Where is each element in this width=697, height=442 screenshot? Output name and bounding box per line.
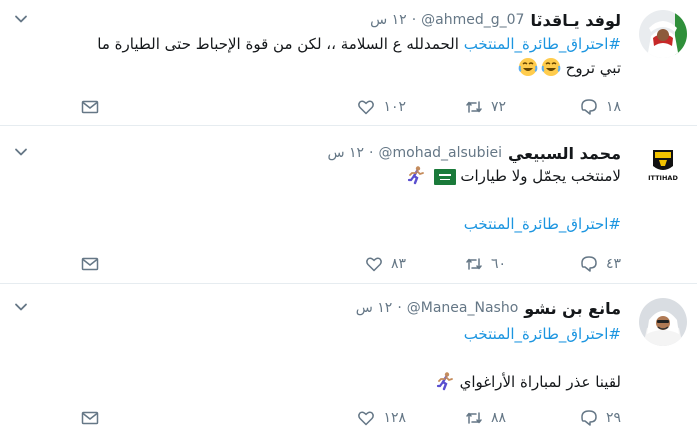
direct-message-button[interactable] <box>81 255 99 273</box>
reply-button[interactable]: ٤٣ <box>580 255 621 273</box>
like-button[interactable]: ٨٣ <box>365 255 406 273</box>
retweet-icon <box>466 101 482 113</box>
retweet-icon <box>466 412 482 424</box>
hashtag-link[interactable]: #احتراق_طائرة_المنتخب <box>464 35 621 53</box>
tweet-header: مانع بن نشو @Manea_Nasho · ١٢ س <box>356 297 621 319</box>
hashtag-link[interactable]: #احتراق_طائرة_المنتخب <box>464 325 621 343</box>
tweet[interactable]: لوفد يـاقدٽا @ahmed_g_07 · ١٢ س #احتراق_… <box>0 0 697 126</box>
reply-button[interactable]: ٢٩ <box>580 409 621 427</box>
tweet-header: لوفد يـاقدٽا @ahmed_g_07 · ١٢ س <box>370 9 621 31</box>
runner-icon <box>436 372 453 391</box>
timestamp[interactable]: ١٢ س <box>370 12 407 28</box>
tweet-text-segment: لقينا عذر لمباراة الأراغواي <box>459 373 621 391</box>
user-handle[interactable]: @Manea_Nasho <box>407 300 519 316</box>
retweet-icon <box>466 258 482 270</box>
chevron-down-icon[interactable] <box>14 300 28 314</box>
hashtag-link[interactable]: #احتراق_طائرة_المنتخب <box>464 215 621 233</box>
like-count: ١٠٢ <box>383 99 406 115</box>
avatar[interactable]: ITTIHAD <box>639 140 687 188</box>
retweet-button[interactable]: ٧٢ <box>465 98 506 116</box>
text-line: تبي تروح <box>97 56 621 80</box>
retweet-button[interactable]: ٨٨ <box>465 409 506 427</box>
tweet-header: محمد السبيعي @mohad_alsubiei · ١٢ س <box>327 142 621 164</box>
separator-dot: · <box>369 145 374 161</box>
direct-message-button[interactable] <box>81 409 99 427</box>
laughing-emoji-icon <box>518 58 538 76</box>
display-name[interactable]: مانع بن نشو <box>524 299 621 318</box>
user-handle[interactable]: @mohad_alsubiei <box>379 145 502 161</box>
separator-dot: · <box>411 12 417 28</box>
reply-icon <box>581 99 597 115</box>
svg-text:ITTIHAD: ITTIHAD <box>648 174 678 182</box>
envelope-icon <box>81 411 99 425</box>
laughing-emoji-icon <box>541 58 561 76</box>
avatar[interactable] <box>639 10 687 58</box>
envelope-icon <box>81 257 99 271</box>
timestamp[interactable]: ١٢ س <box>356 300 393 316</box>
direct-message-button[interactable] <box>81 98 99 116</box>
tweet[interactable]: مانع بن نشو @Manea_Nasho · ١٢ س #احتراق_… <box>0 285 697 442</box>
tweet-text: لامنتخب يجمّل ولا طيارات #احتراق_طائرة_ا… <box>403 164 621 236</box>
text-line: لقينا عذر لمباراة الأراغواي <box>432 370 621 394</box>
display-name[interactable]: لوفد يـاقدٽا <box>530 11 621 30</box>
emoji-group <box>515 58 561 77</box>
text-line: #احتراق_طائرة_المنتخب <box>403 212 621 236</box>
heart-icon <box>358 100 375 115</box>
reply-count: ٤٣ <box>605 256 621 272</box>
saudi-flag-icon <box>433 169 456 185</box>
display-name[interactable]: محمد السبيعي <box>508 144 621 163</box>
text-line: #احتراق_طائرة_المنتخب <box>432 322 621 346</box>
text-line <box>432 346 621 370</box>
retweet-button[interactable]: ٦٠ <box>465 255 506 273</box>
reply-count: ٢٩ <box>605 410 621 426</box>
chevron-down-icon[interactable] <box>14 145 28 159</box>
text-line: لامنتخب يجمّل ولا طيارات <box>403 164 621 188</box>
reply-icon <box>581 410 597 426</box>
like-button[interactable]: ١٠٢ <box>357 98 406 116</box>
reply-count: ١٨ <box>605 99 621 115</box>
envelope-icon <box>81 100 99 114</box>
runner-icon <box>407 166 424 185</box>
tweet-text: #احتراق_طائرة_المنتخب الحمدلله ع السلامة… <box>97 32 621 80</box>
like-button[interactable]: ١٢٨ <box>357 409 406 427</box>
retweet-count: ٧٢ <box>490 99 506 115</box>
avatar[interactable] <box>639 298 687 346</box>
separator-dot: · <box>397 300 402 316</box>
like-count: ١٢٨ <box>383 410 406 426</box>
tweet-actions: ٢٩ ٨٨ ١٢٨ <box>81 409 621 427</box>
text-line <box>403 188 621 212</box>
retweet-count: ٦٠ <box>490 256 506 272</box>
heart-icon <box>358 411 375 426</box>
tweet-text: #احتراق_طائرة_المنتخب لقينا عذر لمباراة … <box>432 322 621 394</box>
user-handle[interactable]: @ahmed_g_07 <box>421 12 524 28</box>
tweet[interactable]: ITTIHAD محمد السبيعي @mohad_alsubiei · ١… <box>0 127 697 284</box>
timestamp[interactable]: ١٢ س <box>327 145 364 161</box>
reply-icon <box>581 256 597 272</box>
retweet-count: ٨٨ <box>490 410 506 426</box>
tweet-text-segment: تبي تروح <box>560 59 621 77</box>
text-line: #احتراق_طائرة_المنتخب الحمدلله ع السلامة… <box>97 32 621 56</box>
like-count: ٨٣ <box>390 256 406 272</box>
chevron-down-icon[interactable] <box>14 12 28 26</box>
tweet-text-segment: لامنتخب يجمّل ولا طيارات <box>460 167 621 185</box>
tweet-feed: لوفد يـاقدٽا @ahmed_g_07 · ١٢ س #احتراق_… <box>0 0 697 442</box>
heart-icon <box>366 257 382 272</box>
reply-button[interactable]: ١٨ <box>580 98 621 116</box>
tweet-actions: ٤٣ ٦٠ ٨٣ <box>81 255 621 273</box>
tweet-actions: ١٨ ٧٢ ١٠٢ <box>81 98 621 116</box>
tweet-text-segment: الحمدلله ع السلامة ،، لكن من قوة الإحباط… <box>97 35 464 53</box>
